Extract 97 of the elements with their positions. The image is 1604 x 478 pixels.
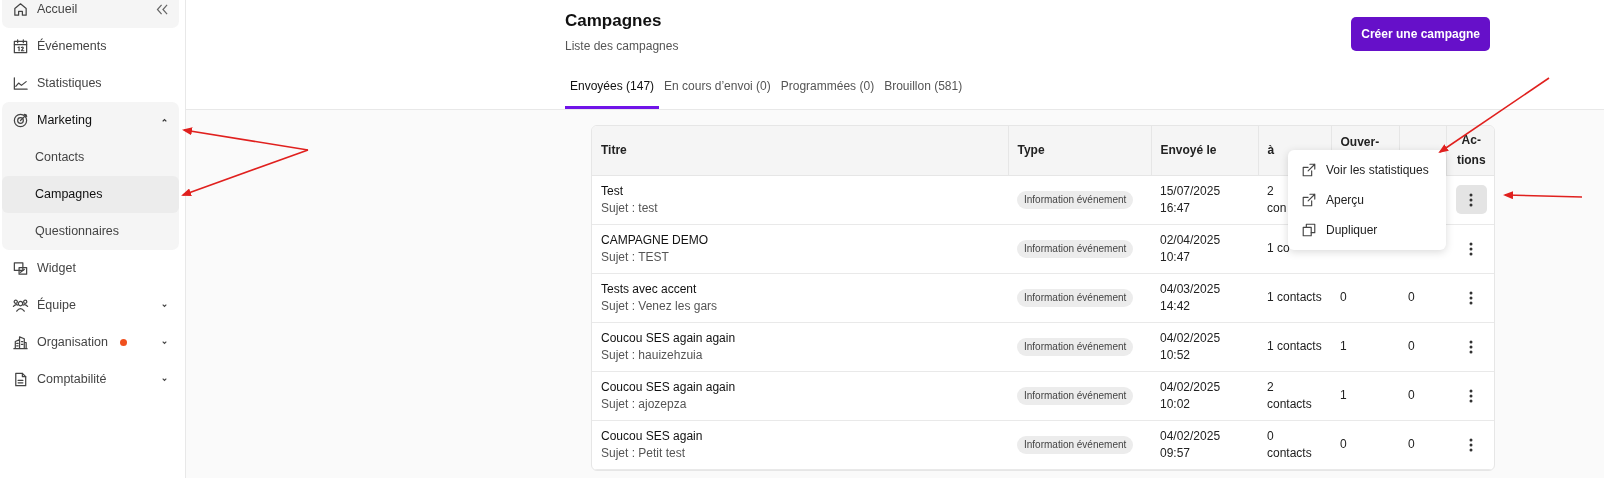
column-header: Type <box>1017 143 1045 158</box>
kebab-icon <box>1469 290 1473 305</box>
page-title: Campagnes <box>565 10 663 32</box>
clicks-count: 0 <box>1408 388 1415 403</box>
sidebar-item[interactable]: Organisation <box>37 333 108 352</box>
kebab-icon <box>1469 339 1473 354</box>
type-tag: Information événement <box>1017 190 1134 210</box>
external-link-icon <box>1301 192 1317 209</box>
sent-date: 16:47 <box>1160 199 1192 217</box>
kebab-icon <box>1469 437 1473 452</box>
sidebar-subitem[interactable]: Questionnaires <box>2 213 179 250</box>
sent-date: 15/07/2025 <box>1160 182 1222 200</box>
copy-icon <box>1301 222 1317 239</box>
campaign-subject: Sujet : test <box>601 199 659 217</box>
page-subtitle: Liste des campagnes <box>565 38 679 56</box>
column-header: Titre <box>601 143 627 158</box>
opens-count: 1 <box>1340 339 1347 354</box>
sent-date: 10:47 <box>1160 248 1192 266</box>
column-header: Ac- tions <box>1456 133 1486 167</box>
clicks-count: 0 <box>1408 339 1415 354</box>
recipients-count: 2 <box>1267 182 1274 200</box>
chevron-down-icon[interactable] <box>160 301 169 310</box>
tab[interactable]: Brouillon (581) <box>879 77 968 110</box>
sent-date: 09:57 <box>1160 444 1192 462</box>
sidebar-item[interactable]: Widget <box>37 259 76 278</box>
building-icon <box>12 334 29 351</box>
calendar-icon <box>12 38 29 55</box>
recipients-count: 1 contacts <box>1267 338 1322 356</box>
sent-date: 04/02/2025 <box>1160 427 1222 445</box>
sent-date: 02/04/2025 <box>1160 231 1222 249</box>
campaign-subject: Sujet : hauizehzuia <box>601 346 704 364</box>
recipients-count: 0 <box>1267 427 1274 445</box>
tab[interactable]: En cours d’envoi (0) <box>659 77 776 110</box>
sidebar-item[interactable]: Comptabilité <box>37 370 107 389</box>
menu-item[interactable]: Aperçu <box>1288 185 1446 216</box>
more-actions-button[interactable] <box>1455 185 1487 215</box>
chevron-down-icon[interactable] <box>160 375 169 384</box>
sidebar-item[interactable]: Statistiques <box>37 74 102 93</box>
kebab-icon <box>1469 388 1473 403</box>
kebab-icon <box>1469 241 1473 256</box>
sidebar-item[interactable]: Événements <box>37 37 107 56</box>
recipients-count: 1 co <box>1267 240 1290 258</box>
external-link-icon <box>1301 162 1317 179</box>
type-tag: Information événement <box>1017 337 1134 357</box>
menu-item[interactable]: Voir les statistiques <box>1288 155 1446 186</box>
opens-count: 1 <box>1340 388 1347 403</box>
campaign-title: Coucou SES again again <box>601 329 737 347</box>
type-tag: Information événement <box>1017 288 1134 308</box>
recipients-count: con <box>1267 199 1287 217</box>
clicks-count: 0 <box>1408 437 1415 452</box>
sent-date: 04/02/2025 <box>1160 329 1222 347</box>
sent-date: 04/02/2025 <box>1160 378 1222 396</box>
tab[interactable]: Envoyées (147) <box>565 77 660 110</box>
team-icon <box>12 297 29 314</box>
campaign-title: CAMPAGNE DEMO <box>601 231 710 249</box>
column-header: Ouver- <box>1340 135 1380 150</box>
type-tag: Information événement <box>1017 386 1134 406</box>
sent-date: 14:42 <box>1160 297 1192 315</box>
campaign-title: Coucou SES again again <box>601 378 737 396</box>
campaign-subject: Sujet : TEST <box>601 248 670 266</box>
clicks-count: 0 <box>1408 290 1415 305</box>
sidebar-subitem[interactable]: Campagnes <box>2 176 179 213</box>
chevron-down-icon[interactable] <box>160 338 169 347</box>
sidebar-item[interactable]: Équipe <box>37 296 76 315</box>
sent-date: 04/03/2025 <box>1160 280 1222 298</box>
sidebar-subitem[interactable]: Contacts <box>2 139 179 176</box>
recipients-count: 1 contacts <box>1267 289 1322 307</box>
opens-count: 0 <box>1340 290 1347 305</box>
recipients-count: 2 <box>1267 378 1274 396</box>
opens-count: 0 <box>1340 437 1347 452</box>
widget-icon <box>12 260 29 277</box>
recipients-count: contacts <box>1267 395 1312 413</box>
type-tag: Information événement <box>1017 239 1134 259</box>
create-campaign-button[interactable]: Créer une campagne <box>1351 17 1490 51</box>
home-icon <box>12 0 29 18</box>
campaign-subject: Sujet : ajozepza <box>601 395 688 413</box>
campaign-title: Coucou SES again <box>601 427 704 445</box>
recipients-count: contacts <box>1267 444 1312 462</box>
line-chart-icon <box>12 75 29 92</box>
kebab-icon <box>1469 192 1473 207</box>
menu-item[interactable]: Dupliquer <box>1288 215 1446 246</box>
column-header: à <box>1267 143 1275 158</box>
type-tag: Information événement <box>1017 435 1134 455</box>
column-header: Envoyé le <box>1160 143 1217 158</box>
target-icon <box>12 112 29 129</box>
sent-date: 10:02 <box>1160 395 1192 413</box>
campaign-title: Tests avec accent <box>601 280 698 298</box>
sidebar-item[interactable]: Accueil <box>37 0 78 19</box>
chevron-up-icon[interactable] <box>160 116 169 125</box>
sent-date: 10:52 <box>1160 346 1192 364</box>
tab[interactable]: Programmées (0) <box>775 77 880 110</box>
campaign-title: Test <box>601 182 624 200</box>
collapse-sidebar-icon[interactable] <box>156 3 169 15</box>
document-icon <box>12 371 29 388</box>
campaign-subject: Sujet : Venez les gars <box>601 297 719 315</box>
campaign-subject: Sujet : Petit test <box>601 444 687 462</box>
sidebar-item[interactable]: Marketing <box>37 111 92 130</box>
